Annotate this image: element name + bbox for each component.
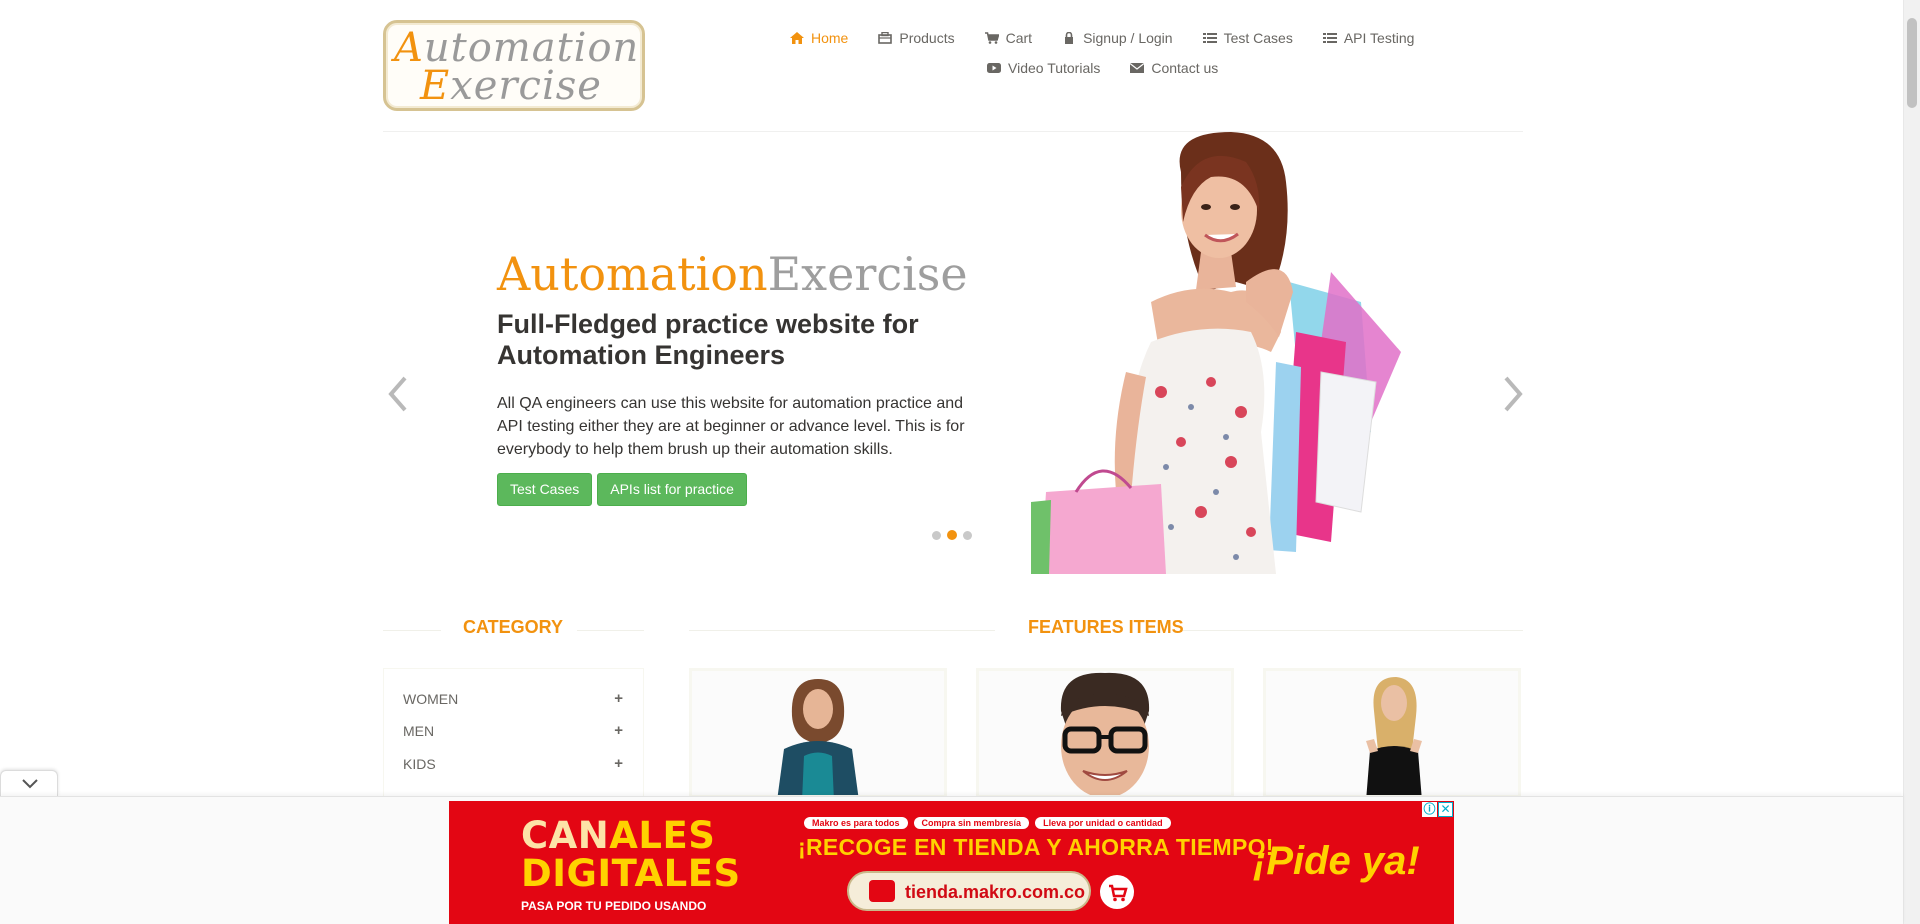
youtube-icon (987, 63, 1001, 73)
plus-icon[interactable]: + (614, 755, 623, 772)
category-men[interactable]: MEN + (403, 722, 623, 739)
ad-cta-text: ¡RECOGE EN TIENDA Y AHORRA TIEMPO! (798, 834, 1274, 860)
nav-test-cases[interactable]: Test Cases (1202, 30, 1293, 46)
nav-cart[interactable]: Cart (984, 30, 1033, 46)
chevron-down-icon (22, 779, 38, 789)
nav-products-label: Products (899, 30, 955, 46)
slide-description: All QA engineers can use this website fo… (497, 395, 965, 458)
nav-api-testing-label: API Testing (1343, 30, 1415, 46)
nav-contact-us[interactable]: Contact us (1130, 60, 1218, 76)
category-kids-label: KIDS (403, 756, 436, 772)
product-card[interactable] (976, 668, 1234, 798)
category-title-line-left (383, 630, 441, 631)
category-title: Category (463, 617, 564, 637)
lock-icon (1065, 32, 1074, 44)
carousel-indicator-1[interactable] (932, 530, 941, 540)
ad-close-icon[interactable]: ✕ (1438, 802, 1453, 817)
ad-headline-1b: ALES (609, 814, 716, 857)
features-title-line-left (689, 630, 995, 631)
category-kids[interactable]: KIDS + (403, 755, 623, 772)
category-panel: WOMEN + MEN + KIDS + (383, 668, 644, 798)
list-icon (1202, 33, 1217, 43)
cart-icon (984, 32, 999, 44)
features-items-title: Features Items (1028, 617, 1184, 637)
cart-icon (1109, 884, 1128, 902)
nav-video-tutorials-label: Video Tutorials (1008, 60, 1101, 76)
ad-pill: Makro es para todos (804, 817, 908, 829)
carousel-indicator-3[interactable] (963, 530, 972, 540)
nav-signup-login-label: Signup / Login (1083, 30, 1173, 46)
advertisement-banner[interactable]: CANALES DIGITALES PASA POR TU PEDIDO USA… (449, 801, 1454, 924)
ad-url: tienda.makro.com.co (905, 882, 1086, 902)
nav-test-cases-label: Test Cases (1223, 30, 1293, 46)
plus-icon[interactable]: + (614, 722, 623, 739)
ad-headline-2b: ALES (634, 852, 741, 895)
ad-collapse-toggle[interactable] (0, 770, 58, 796)
carousel-prev-arrow-icon[interactable] (383, 372, 413, 416)
scrollbar-thumb[interactable] (1907, 18, 1917, 108)
envelope-icon (1130, 63, 1145, 73)
page-scrollbar[interactable] (1903, 0, 1920, 924)
brand-part-exercise: Exercise (767, 247, 968, 301)
list-icon (1322, 33, 1337, 43)
ad-info-icon[interactable]: ⓘ (1422, 802, 1437, 817)
ad-headline: CANALES DIGITALES (521, 817, 741, 893)
store-icon (869, 880, 895, 902)
features-title-line-right (1183, 630, 1523, 631)
product-card[interactable] (689, 668, 947, 798)
nav-products[interactable]: Products (878, 30, 955, 46)
ad-headline-2a: DIGIT (521, 852, 635, 895)
brand-part-automation: Automation (497, 247, 768, 301)
product-image (979, 671, 1231, 795)
ad-pills: Makro es para todos Compra sin membresía… (804, 817, 1171, 829)
nav-video-tutorials[interactable]: Video Tutorials (987, 60, 1100, 76)
logo-line-2: Exercise (420, 63, 602, 109)
ad-headline-1a: CAN (521, 814, 610, 857)
category-men-label: MEN (403, 723, 435, 739)
category-women-label: WOMEN (403, 691, 459, 707)
product-image (692, 671, 944, 795)
apis-list-button[interactable]: APIs list for practice (597, 473, 747, 506)
main-nav-row-2: Video Tutorials Contact us (987, 60, 1248, 76)
main-nav: Home Products Cart Signup / Login Test C… (790, 30, 1444, 46)
test-cases-button[interactable]: Test Cases (497, 473, 593, 506)
ad-url-pill[interactable]: tienda.makro.com.co (847, 871, 1091, 911)
plus-icon[interactable]: + (614, 690, 623, 707)
ad-subtext: PASA POR TU PEDIDO USANDO (521, 899, 707, 913)
hero-carousel: AutomationExercise Full-Fledged practice… (383, 132, 1523, 574)
products-icon (878, 32, 893, 44)
nav-signup-login[interactable]: Signup / Login (1062, 30, 1173, 46)
ad-pill: Compra sin membresía (913, 817, 1030, 829)
carousel-indicator-2[interactable] (947, 530, 957, 540)
nav-cart-label: Cart (1005, 30, 1033, 46)
product-card[interactable] (1263, 668, 1521, 798)
page-container: Automation Exercise Home Products Cart S… (383, 0, 1523, 924)
carousel-next-arrow-icon[interactable] (1498, 372, 1528, 416)
ad-headline-line-2: DIGITALES (521, 855, 741, 893)
logo-text-exercise: xercise (450, 63, 602, 109)
category-title-line-right (577, 630, 644, 631)
ad-cart-button[interactable] (1100, 875, 1134, 909)
slide-buttons: Test Cases APIs list for practice (497, 473, 747, 506)
nav-home-label: Home (811, 30, 849, 46)
category-women[interactable]: WOMEN + (403, 690, 623, 707)
ad-pide-ya: ¡Pide ya! (1253, 839, 1420, 883)
slide-title: Full-Fledged practice website for Automa… (497, 309, 919, 370)
home-icon (790, 32, 804, 44)
slide-brand-heading: AutomationExercise (497, 247, 968, 301)
nav-api-testing[interactable]: API Testing (1322, 30, 1415, 46)
carousel-indicators (932, 530, 972, 540)
nav-contact-us-label: Contact us (1151, 60, 1219, 76)
nav-home[interactable]: Home (790, 30, 848, 46)
product-image (1266, 671, 1518, 795)
logo-cap-e: E (420, 63, 451, 109)
ad-pill: Lleva por unidad o cantidad (1035, 817, 1171, 829)
site-logo[interactable]: Automation Exercise (383, 20, 645, 111)
hero-model-image (1031, 132, 1401, 574)
ad-headline-line-1: CANALES (521, 817, 741, 855)
